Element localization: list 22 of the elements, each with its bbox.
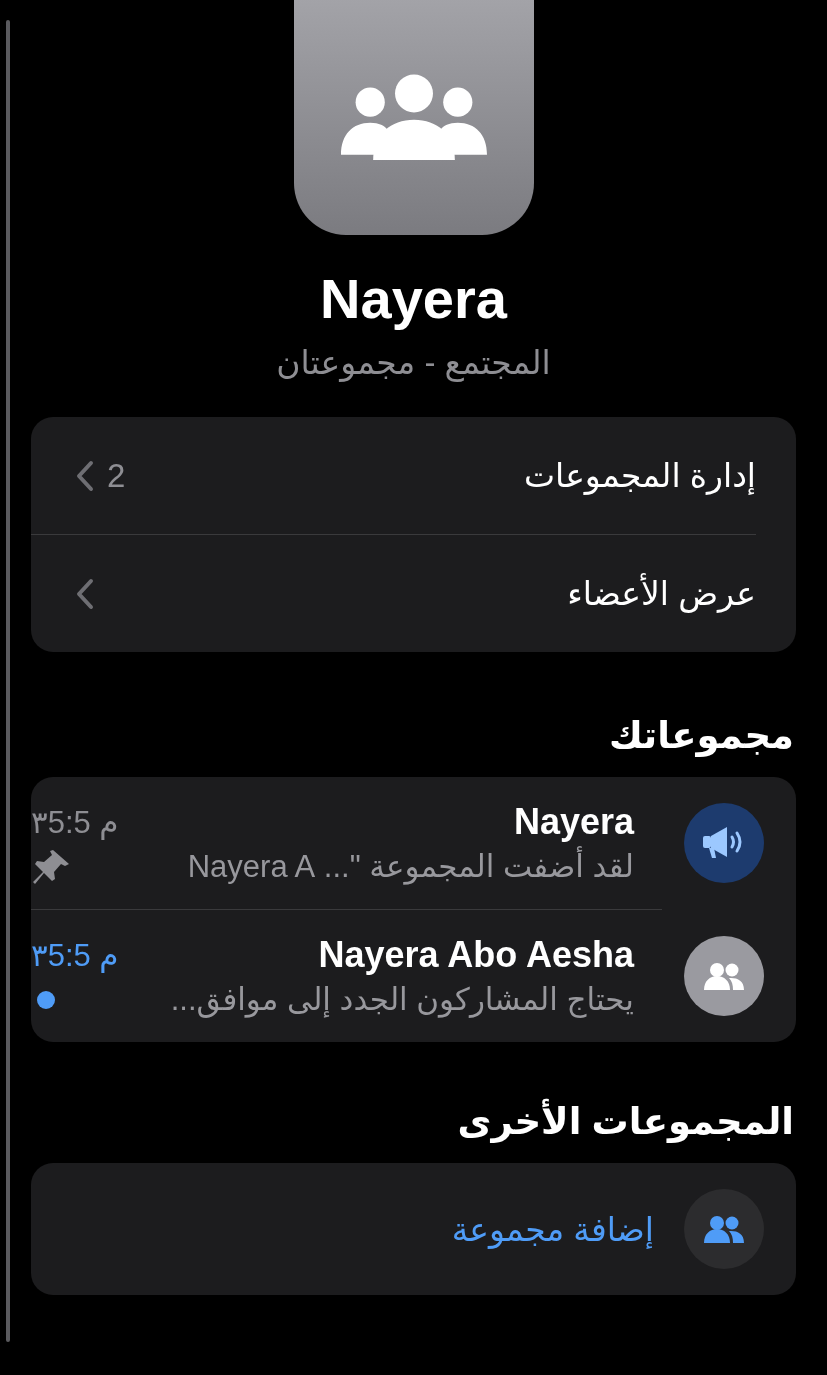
community-name: Nayera (320, 267, 507, 331)
group-icon (704, 961, 744, 990)
message-time: ٣5:5 م (31, 936, 119, 974)
unread-dot (37, 991, 55, 1009)
chevron-icon (75, 459, 95, 492)
group-name: Nayera Abo Aesha (318, 933, 634, 977)
message-preview: يحتاج المشاركون الجدد إلى موافق... (170, 981, 634, 1020)
menu-label: إدارة المجموعات (524, 456, 756, 495)
group-icon (704, 1215, 744, 1243)
menu-label: عرض الأعضاء (567, 574, 756, 613)
message-time: ٣5:5 م (31, 803, 119, 841)
menu-item[interactable]: عرض الأعضاء (31, 534, 756, 652)
message-preview: لقد أضفت المجموعة "... Nayera A (187, 845, 634, 889)
community-subtitle: المجتمع - مجموعتان (276, 343, 551, 384)
chevron-icon (75, 577, 95, 610)
section-heading: المجموعات الأخرى (31, 1100, 794, 1143)
count-label: 2 (107, 456, 126, 495)
add-group-link[interactable]: إضافة مجموعة (451, 1209, 654, 1249)
section-heading: مجموعاتك (607, 714, 794, 757)
group-icon (340, 72, 487, 161)
pin-icon (31, 848, 71, 886)
group-name: Nayera (513, 800, 634, 844)
